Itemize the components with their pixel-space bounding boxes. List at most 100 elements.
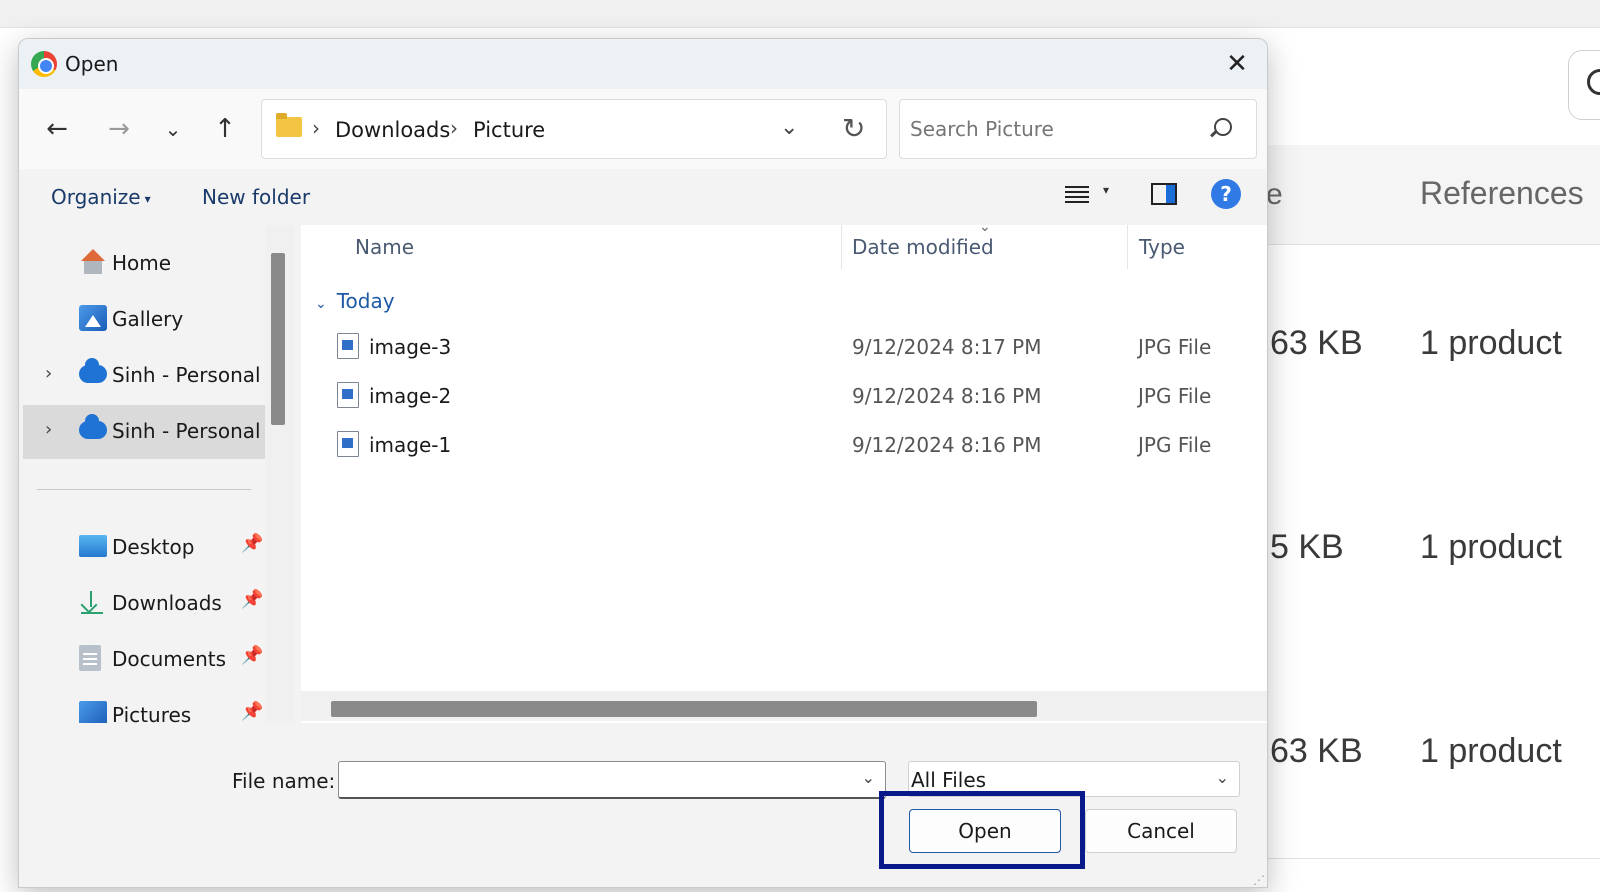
file-name: image-1 [369, 433, 452, 457]
background-references-cell: 1 product [1420, 528, 1562, 566]
nav-item-label: Sinh - Personal [112, 419, 261, 443]
nav-item-downloads[interactable]: Downloads 📌 [23, 577, 265, 631]
view-list-icon[interactable] [1065, 183, 1089, 207]
nav-item-onedrive-personal-selected[interactable]: › Sinh - Personal [23, 405, 265, 459]
nav-item-label: Documents [112, 647, 227, 671]
search-icon [1587, 69, 1600, 95]
column-separator[interactable] [1127, 225, 1128, 269]
column-separator[interactable] [841, 225, 842, 269]
background-references-cell: 1 product [1420, 324, 1562, 362]
nav-item-pictures[interactable]: Pictures 📌 [23, 689, 265, 725]
nav-item-gallery[interactable]: Gallery [23, 293, 265, 347]
arrow-left-icon: ← [46, 114, 68, 144]
pin-icon: 📌 [241, 701, 264, 722]
nav-item-onedrive-personal[interactable]: › Sinh - Personal [23, 349, 265, 403]
group-label: Today [336, 289, 395, 313]
expand-chevron-icon[interactable]: › [45, 363, 52, 384]
nav-item-label: Downloads [112, 591, 222, 615]
resize-grip-icon[interactable]: ⋰ [1253, 873, 1265, 887]
file-row[interactable]: image-2 9/12/2024 8:16 PM JPG File [301, 374, 1267, 420]
recent-locations-button[interactable]: ⌄ [153, 111, 193, 147]
pin-icon: 📌 [241, 589, 264, 610]
horizontal-scrollbar-thumb[interactable] [331, 701, 1037, 717]
nav-scrollbar-track[interactable] [265, 225, 295, 725]
horizontal-scrollbar-track[interactable] [301, 691, 1267, 721]
file-date: 9/12/2024 8:16 PM [852, 433, 1042, 457]
breadcrumb-picture[interactable]: Picture [473, 118, 545, 142]
cancel-button[interactable]: Cancel [1085, 809, 1237, 853]
up-button[interactable]: ↑ [205, 111, 245, 147]
nav-item-label: Sinh - Personal [112, 363, 261, 387]
command-bar: Organize ▾ New folder ▾ ? [19, 169, 1267, 225]
column-header-date-modified[interactable]: Date modified [852, 235, 994, 259]
background-size-cell: 63 KB [1270, 732, 1363, 770]
documents-icon [79, 645, 101, 671]
breadcrumb-downloads[interactable]: Downloads [335, 118, 450, 142]
gallery-icon [79, 305, 107, 331]
expand-chevron-icon[interactable]: › [45, 419, 52, 440]
background-table-row: 63 KB 1 product [1268, 654, 1600, 859]
file-name: image-2 [369, 384, 452, 408]
breadcrumb-separator-icon: › [450, 116, 458, 140]
chevron-down-icon: ⌄ [1215, 768, 1229, 787]
navigation-pane: Home Gallery › Sinh - Personal › Sinh - … [19, 225, 299, 725]
forward-button[interactable]: → [99, 111, 139, 147]
file-row[interactable]: image-1 9/12/2024 8:16 PM JPG File [301, 423, 1267, 469]
dialog-footer: File name: ⌄ All Files ⌄ Open Cancel ⋰ [19, 723, 1267, 887]
file-type: JPG File [1138, 335, 1212, 359]
pictures-icon [79, 701, 107, 725]
sort-descending-icon: ⌄ [979, 219, 991, 235]
nav-item-label: Gallery [112, 307, 184, 331]
help-icon[interactable]: ? [1211, 179, 1241, 209]
dialog-titlebar[interactable]: Open ✕ [19, 39, 1267, 89]
back-button[interactable]: ← [37, 111, 77, 147]
file-type: JPG File [1138, 384, 1212, 408]
nav-item-desktop[interactable]: Desktop 📌 [23, 521, 265, 575]
nav-item-home[interactable]: Home [23, 237, 265, 291]
refresh-icon[interactable]: ↻ [842, 112, 865, 145]
search-input[interactable] [910, 114, 1200, 144]
group-header-today[interactable]: ⌄ Today [315, 289, 395, 313]
chevron-down-icon: ⌄ [315, 296, 327, 312]
address-dropdown-chevron-icon[interactable]: ⌄ [780, 115, 798, 140]
chrome-icon [31, 51, 57, 77]
file-date: 9/12/2024 8:16 PM [852, 384, 1042, 408]
column-header-type[interactable]: Type [1139, 235, 1185, 259]
background-size-cell: 63 KB [1270, 324, 1363, 362]
background-topbar [0, 0, 1600, 28]
file-name-input[interactable]: ⌄ [338, 761, 886, 799]
background-table-row: 63 KB 1 product [1268, 246, 1600, 451]
image-file-icon [337, 333, 359, 359]
navigation-row: ← → ⌄ ↑ › Downloads › Picture ⌄ ↻ [19, 89, 1267, 169]
view-options-caret-icon[interactable]: ▾ [1103, 183, 1109, 197]
file-row[interactable]: image-3 9/12/2024 8:17 PM JPG File [301, 325, 1267, 371]
search-box[interactable] [899, 99, 1257, 159]
preview-pane-icon[interactable] [1151, 183, 1177, 205]
new-folder-button[interactable]: New folder [202, 185, 310, 209]
file-list: Name ⌄ Date modified Type ⌄ Today image-3… [301, 219, 1267, 723]
nav-item-documents[interactable]: Documents 📌 [23, 633, 265, 687]
folder-icon [276, 113, 302, 137]
pin-icon: 📌 [241, 645, 264, 666]
file-name-label: File name: [232, 769, 336, 793]
open-button[interactable]: Open [909, 809, 1061, 853]
organize-label: Organize [51, 185, 141, 209]
nav-scrollbar-thumb[interactable] [271, 253, 285, 425]
file-type: JPG File [1138, 433, 1212, 457]
open-file-dialog: Open ✕ ← → ⌄ ↑ › Downloads › Picture ⌄ ↻… [18, 38, 1268, 888]
organize-menu[interactable]: Organize ▾ [51, 185, 151, 209]
image-file-icon [337, 431, 359, 457]
file-type-value: All Files [911, 768, 987, 792]
image-file-icon [337, 382, 359, 408]
chevron-down-icon[interactable]: ⌄ [862, 768, 875, 787]
arrow-up-icon: ↑ [214, 114, 236, 144]
file-date: 9/12/2024 8:17 PM [852, 335, 1042, 359]
close-button[interactable]: ✕ [1215, 47, 1259, 81]
home-icon [79, 249, 107, 275]
search-icon[interactable] [1214, 118, 1232, 136]
background-search-button[interactable] [1568, 50, 1600, 120]
nav-divider [37, 489, 251, 490]
downloads-icon [79, 589, 103, 615]
address-bar[interactable]: › Downloads › Picture ⌄ ↻ [261, 99, 887, 159]
column-header-name[interactable]: Name [355, 235, 414, 259]
